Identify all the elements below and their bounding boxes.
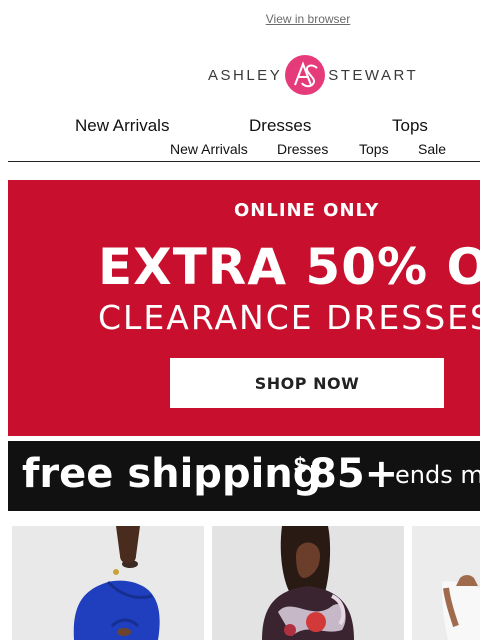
shipping-lead-text: free shipping xyxy=(22,451,322,497)
product-image-white-dress xyxy=(412,526,480,640)
subnav-item-new-arrivals[interactable]: New Arrivals xyxy=(170,141,248,157)
secondary-nav: New Arrivals Dresses Tops Sale xyxy=(0,141,480,157)
product-image-blue-dress xyxy=(12,526,204,640)
product-image-print-dress xyxy=(212,526,404,640)
primary-nav: New Arrivals Dresses Tops xyxy=(0,116,480,136)
shipping-tail-text: ends mo xyxy=(395,461,480,489)
logo-monogram-icon xyxy=(285,55,326,95)
hero-banner[interactable]: ONLINE ONLY EXTRA 50% OFF CLEARANCE DRES… xyxy=(8,180,480,436)
product-card-white-dress[interactable] xyxy=(412,526,480,640)
product-card-blue-dress[interactable] xyxy=(12,526,204,640)
logo-word-right: STEWART xyxy=(328,66,419,84)
shipping-threshold: 85+ xyxy=(309,451,399,497)
ashley-stewart-logo[interactable]: ASHLEY STEWART xyxy=(208,54,418,96)
product-card-print-dress[interactable] xyxy=(212,526,404,640)
product-grid xyxy=(12,526,480,640)
subnav-item-dresses[interactable]: Dresses xyxy=(277,141,328,157)
hero-headline: EXTRA 50% OFF xyxy=(98,238,480,296)
shop-now-button[interactable]: SHOP NOW xyxy=(170,358,444,408)
hero-subhead: CLEARANCE DRESSES xyxy=(98,298,480,337)
shipping-currency: $ xyxy=(294,453,307,478)
hero-eyebrow: ONLINE ONLY xyxy=(234,200,380,221)
nav-item-new-arrivals[interactable]: New Arrivals xyxy=(75,116,169,136)
nav-item-dresses[interactable]: Dresses xyxy=(249,116,311,136)
logo-word-left: ASHLEY xyxy=(208,66,283,84)
view-in-browser-link[interactable]: View in browser xyxy=(0,12,480,26)
subnav-item-tops[interactable]: Tops xyxy=(359,141,389,157)
subnav-item-sale[interactable]: Sale xyxy=(418,141,446,157)
nav-divider xyxy=(8,161,480,162)
nav-item-tops[interactable]: Tops xyxy=(392,116,428,136)
free-shipping-banner[interactable]: free shipping $ 85+ ends mo xyxy=(8,441,480,511)
